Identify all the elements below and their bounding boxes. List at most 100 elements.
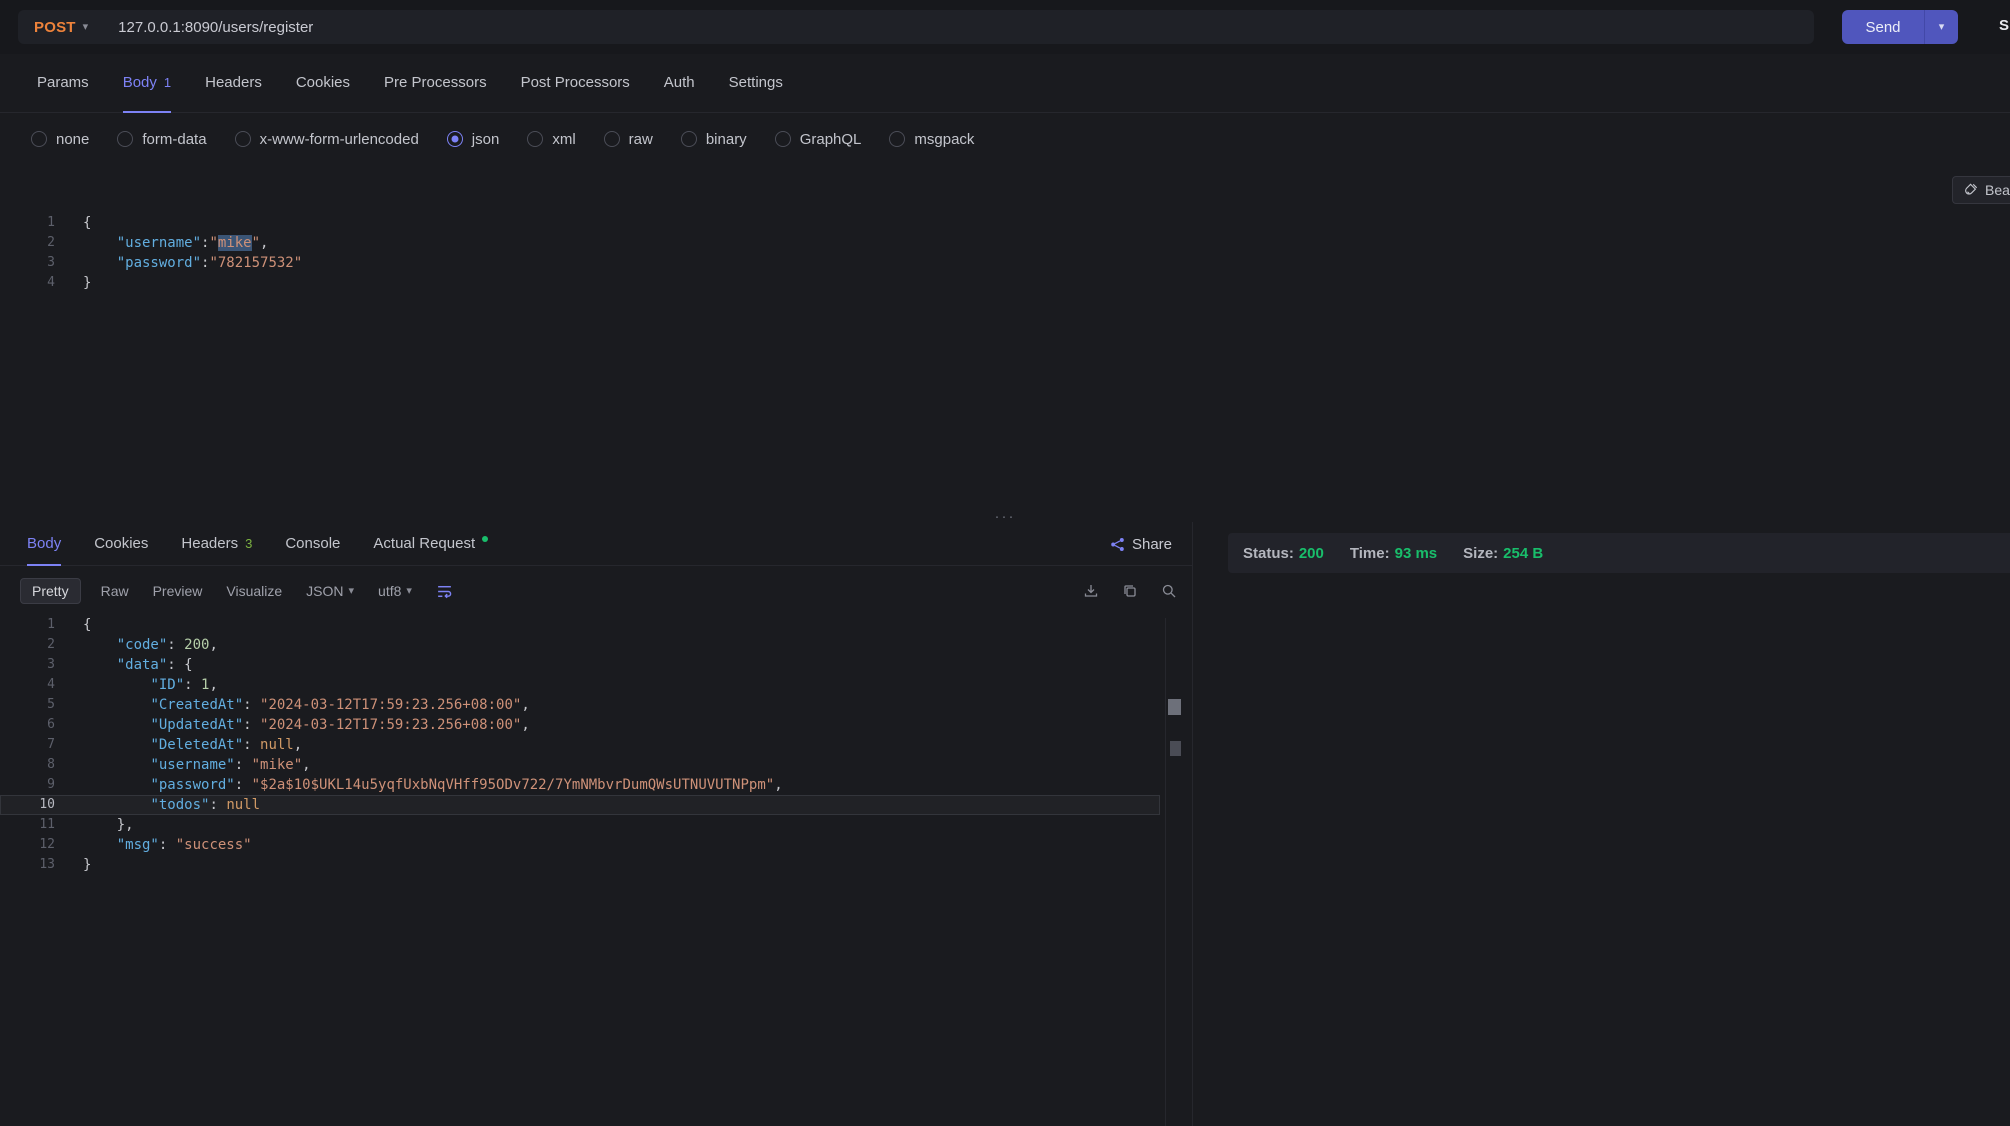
tab-label: Params <box>37 74 89 91</box>
response-pane: Body Cookies Headers 3 Console Actual Re… <box>0 522 1192 1126</box>
ruler-mark <box>1170 741 1181 756</box>
pane-splitter[interactable]: ··· <box>0 508 2010 522</box>
radio-icon <box>31 131 47 147</box>
copy-button[interactable] <box>1122 583 1138 599</box>
request-tab-pre-processors[interactable]: Pre Processors <box>384 54 487 113</box>
view-raw-button[interactable]: Raw <box>101 583 129 599</box>
radio-label: form-data <box>142 131 206 148</box>
request-tab-post-processors[interactable]: Post Processors <box>521 54 630 113</box>
tab-label: Headers <box>205 74 262 91</box>
line-number: 7 <box>0 735 55 755</box>
line-number: 5 <box>0 695 55 715</box>
view-preview-button[interactable]: Preview <box>153 583 203 599</box>
response-tab-headers[interactable]: Headers 3 <box>181 522 252 566</box>
request-tab-body[interactable]: Body 1 <box>123 54 171 113</box>
url-input[interactable]: 127.0.0.1:8090/users/register <box>118 19 313 36</box>
code-text: "todos": null <box>55 795 260 815</box>
radio-icon <box>604 131 620 147</box>
body-type-radio-binary[interactable]: binary <box>681 131 747 148</box>
line-number: 2 <box>0 233 55 253</box>
time-label: Time: <box>1350 545 1390 562</box>
beautify-button[interactable]: Beautify <box>1952 176 2010 204</box>
request-tab-params[interactable]: Params <box>37 54 89 113</box>
code-line-6: 6 "UpdatedAt": "2024-03-12T17:59:23.256+… <box>0 715 1160 735</box>
body-type-radio-json[interactable]: json <box>447 131 500 148</box>
status-dot-icon <box>482 536 488 542</box>
body-type-radio-form-data[interactable]: form-data <box>117 131 206 148</box>
request-url-bar: POST ▾ 127.0.0.1:8090/users/register Sen… <box>0 0 2010 54</box>
response-tab-console[interactable]: Console <box>285 522 340 566</box>
radio-label: msgpack <box>914 131 974 148</box>
chevron-down-icon: ▾ <box>406 586 412 597</box>
line-number: 1 <box>0 615 55 635</box>
encoding-select[interactable]: utf8 ▾ <box>378 583 412 599</box>
request-tab-cookies[interactable]: Cookies <box>296 54 350 113</box>
ruler-mark <box>1168 699 1181 715</box>
body-type-radio-none[interactable]: none <box>31 131 89 148</box>
code-line-8: 8 "username": "mike", <box>0 755 1160 775</box>
response-tab-body[interactable]: Body <box>27 522 61 566</box>
share-button[interactable]: Share <box>1110 522 1172 566</box>
send-options-button[interactable]: ▾ <box>1924 10 1958 44</box>
response-tab-cookies[interactable]: Cookies <box>94 522 148 566</box>
url-field[interactable]: POST ▾ 127.0.0.1:8090/users/register <box>18 10 1814 44</box>
radio-icon <box>117 131 133 147</box>
code-text: } <box>55 273 91 293</box>
radio-icon <box>235 131 251 147</box>
body-count-badge: 1 <box>164 75 171 90</box>
radio-icon <box>527 131 543 147</box>
save-button[interactable]: S <box>1999 17 2009 34</box>
body-type-selector: none form-data x-www-form-urlencoded jso… <box>0 113 2010 165</box>
headers-count-badge: 3 <box>245 536 252 551</box>
request-tab-headers[interactable]: Headers <box>205 54 262 113</box>
code-line-11: 11 }, <box>0 815 1160 835</box>
method-dropdown[interactable]: POST ▾ <box>18 10 104 44</box>
code-line-7: 7 "DeletedAt": null, <box>0 735 1160 755</box>
response-tab-actual-request[interactable]: Actual Request <box>373 522 488 566</box>
request-tab-auth[interactable]: Auth <box>664 54 695 113</box>
beautify-label: Beautify <box>1985 182 2010 198</box>
body-type-radio-xml[interactable]: xml <box>527 131 575 148</box>
search-button[interactable] <box>1161 583 1177 599</box>
body-type-radio-graphql[interactable]: GraphQL <box>775 131 862 148</box>
tab-label: Pre Processors <box>384 74 487 91</box>
code-text: "password": "$2a$10$UKL14u5yqfUxbNqVHff9… <box>55 775 783 795</box>
code-text: "CreatedAt": "2024-03-12T17:59:23.256+08… <box>55 695 530 715</box>
view-pretty-button[interactable]: Pretty <box>20 578 81 604</box>
body-type-radio-msgpack[interactable]: msgpack <box>889 131 974 148</box>
word-wrap-toggle[interactable] <box>436 583 453 600</box>
code-line-1: 1{ <box>0 213 1800 233</box>
code-text: "msg": "success" <box>55 835 252 855</box>
code-text: } <box>55 855 91 875</box>
line-number: 3 <box>0 253 55 273</box>
body-type-radio-x-www-form-urlencoded[interactable]: x-www-form-urlencoded <box>235 131 419 148</box>
code-text: { <box>55 213 91 233</box>
view-visualize-button[interactable]: Visualize <box>226 583 282 599</box>
code-line-2: 2 "username":"mike", <box>0 233 1800 253</box>
tab-label: Headers <box>181 535 238 552</box>
response-body-editor[interactable]: 1{2 "code": 200,3 "data": {4 "ID": 1,5 "… <box>0 610 1160 875</box>
broom-icon <box>1964 183 1978 197</box>
format-select[interactable]: JSON ▾ <box>306 583 354 599</box>
download-button[interactable] <box>1083 583 1099 599</box>
request-tab-settings[interactable]: Settings <box>729 54 783 113</box>
format-select-value: JSON <box>306 583 343 599</box>
send-split-button: Send ▾ <box>1842 10 1958 44</box>
toolbar-right-icons <box>1083 583 1177 599</box>
share-label: Share <box>1132 536 1172 553</box>
radio-label: GraphQL <box>800 131 862 148</box>
status-value: 200 <box>1299 545 1324 562</box>
code-line-3: 3 "password":"782157532" <box>0 253 1800 273</box>
response-toolbar: Pretty Raw Preview Visualize JSON ▾ utf8… <box>0 569 1192 613</box>
request-body-editor[interactable]: 1{2 "username":"mike",3 "password":"7821… <box>0 213 1800 293</box>
tab-label: Body <box>27 535 61 552</box>
code-text: "data": { <box>55 655 193 675</box>
time-meta: Time: 93 ms <box>1350 545 1437 562</box>
pane-vertical-divider[interactable] <box>1192 522 1193 1126</box>
send-button[interactable]: Send <box>1842 10 1924 44</box>
body-type-radio-raw[interactable]: raw <box>604 131 653 148</box>
code-line-4: 4} <box>0 273 1800 293</box>
word-wrap-icon <box>436 583 453 600</box>
tab-label: Cookies <box>296 74 350 91</box>
editor-overview-ruler <box>1165 618 1166 1126</box>
